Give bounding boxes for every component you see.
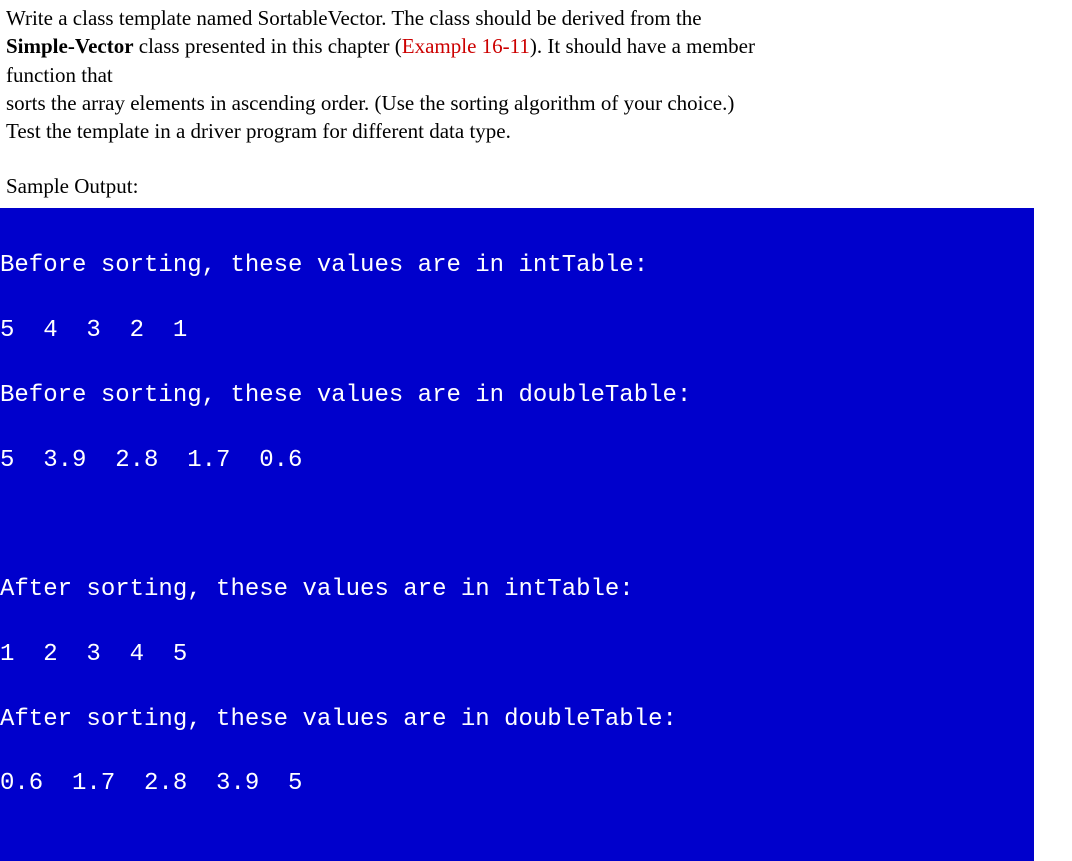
console-line: Before sorting, these values are in doub… (0, 380, 1034, 412)
console-line: 5 4 3 2 1 (0, 315, 1034, 347)
simple-vector-bold: Simple-Vector (6, 34, 134, 58)
instruction-line-3: function that (6, 61, 1066, 89)
instruction-text: Write a class template named SortableVec… (6, 6, 702, 30)
instructions-block: Write a class template named SortableVec… (0, 4, 1072, 146)
instruction-line-4: sorts the array elements in ascending or… (6, 89, 1066, 117)
example-reference: Example 16-11 (402, 34, 530, 58)
instruction-text: ). It should have a member (530, 34, 755, 58)
console-blank-line (0, 510, 1034, 542)
instruction-line-2: Simple-Vector class presented in this ch… (6, 32, 1066, 60)
console-output: Before sorting, these values are in intT… (0, 208, 1034, 861)
instruction-line-5: Test the template in a driver program fo… (6, 117, 1066, 145)
console-line: After sorting, these values are in intTa… (0, 574, 1034, 606)
console-line: 1 2 3 4 5 (0, 639, 1034, 671)
sample-output-label: Sample Output: (0, 172, 1072, 200)
console-line: 5 3.9 2.8 1.7 0.6 (0, 445, 1034, 477)
console-line: After sorting, these values are in doubl… (0, 704, 1034, 736)
console-line: Before sorting, these values are in intT… (0, 250, 1034, 282)
console-line: 0.6 1.7 2.8 3.9 5 (0, 768, 1034, 800)
instruction-text: class presented in this chapter ( (134, 34, 402, 58)
instruction-line-1: Write a class template named SortableVec… (6, 4, 1066, 32)
